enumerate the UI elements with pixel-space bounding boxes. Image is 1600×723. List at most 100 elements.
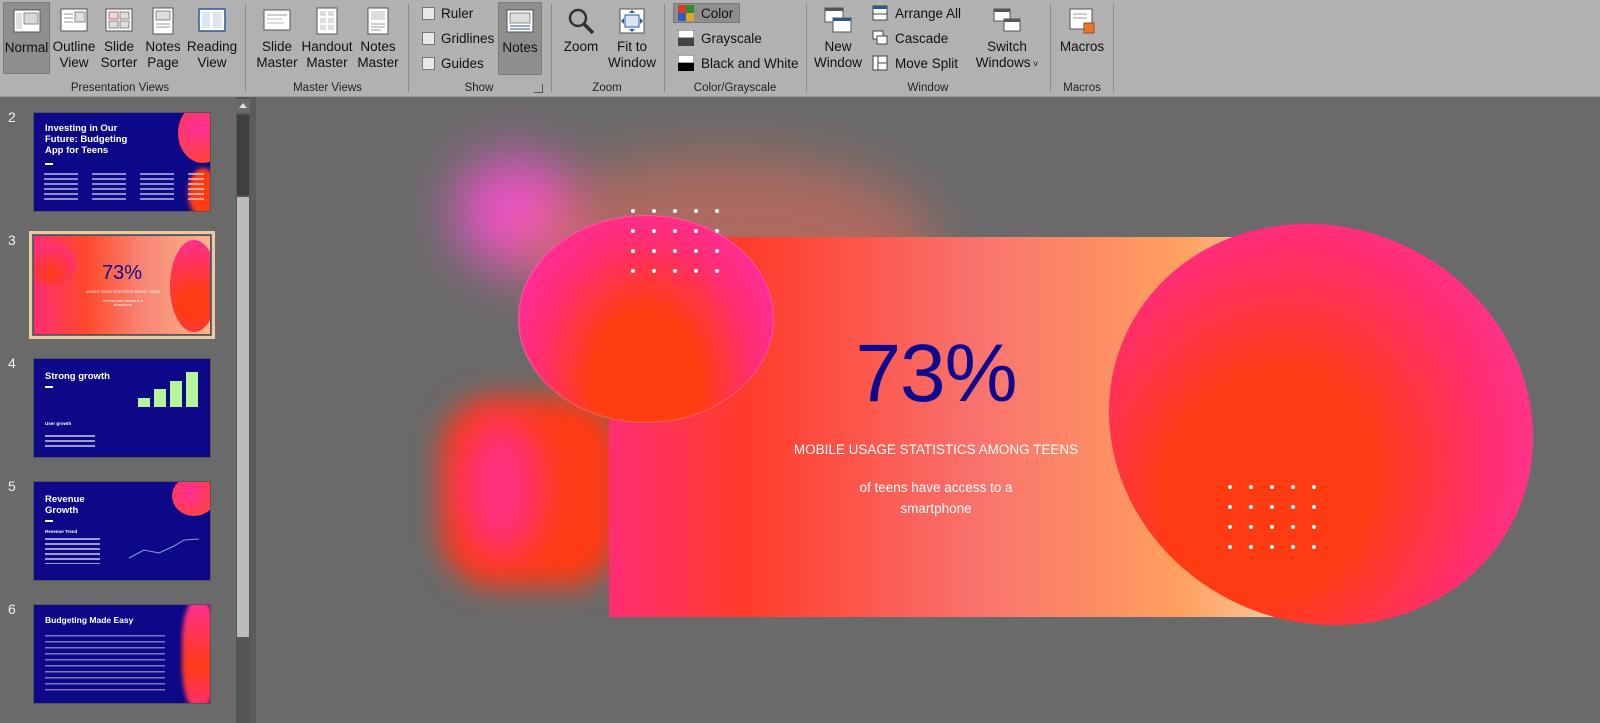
thumbnail-subtitle: Revenue Trend xyxy=(45,529,78,534)
slide-number: 5 xyxy=(8,478,16,494)
thumbnail-title: Strong growth xyxy=(45,371,110,382)
magnifier-icon xyxy=(568,8,595,35)
notes-master-label-2: Master xyxy=(357,55,399,70)
color-label: Color xyxy=(701,5,734,21)
slide-number: 3 xyxy=(8,232,16,248)
thumbnail-blob xyxy=(170,240,210,332)
move-split-icon xyxy=(872,55,888,71)
ribbon-separator xyxy=(664,4,665,92)
new-window-label-2: Window xyxy=(814,55,863,70)
ribbon-separator xyxy=(408,4,409,92)
thumbnail-big-number: 73% xyxy=(101,262,143,284)
decorative-glow xyxy=(461,417,541,557)
thumbnail-blob xyxy=(178,113,210,163)
thumbnail-blob xyxy=(182,605,210,703)
macros-label: Macros xyxy=(1059,39,1105,54)
thumbnail-row[interactable]: 2 Investing in Our Future: Budgeting App… xyxy=(0,109,237,213)
notes-page-icon xyxy=(152,7,174,35)
arrange-all-button[interactable]: Arrange All xyxy=(872,5,961,21)
thumbnail-row[interactable]: 6 Budgeting Made Easy xyxy=(0,601,237,705)
fit-to-window-button[interactable]: Fit to Window xyxy=(605,2,659,71)
grayscale-label: Grayscale xyxy=(701,30,762,46)
scrollbar-thumb[interactable] xyxy=(237,197,249,637)
color-option[interactable]: Color xyxy=(673,3,741,23)
gridlines-label: Gridlines xyxy=(441,31,495,46)
thumbnail-title: Revenue Growth xyxy=(45,494,85,516)
thumbnail-row[interactable]: 5 Revenue Growth Revenue Trend xyxy=(0,478,237,582)
new-window-icon xyxy=(824,7,852,33)
thumbnail-underline xyxy=(45,386,53,388)
ribbon-separator xyxy=(551,4,552,92)
slide-thumbnail-pane[interactable]: 2 Investing in Our Future: Budgeting App… xyxy=(0,97,237,723)
decorative-dot-grid xyxy=(1228,485,1316,549)
thumbnail-row-selected[interactable]: 3 73% MOBILE USAGE STATISTICS AMONG TEEN… xyxy=(0,231,237,339)
reading-view-label-2: View xyxy=(197,55,227,70)
gridlines-checkbox[interactable]: Gridlines xyxy=(422,31,494,46)
normal-view-label: Normal xyxy=(4,40,49,55)
statistic-number[interactable]: 73% xyxy=(771,327,1101,421)
black-and-white-option[interactable]: Black and White xyxy=(678,55,799,71)
ribbon-separator xyxy=(1113,4,1114,92)
statistic-subtitle[interactable]: MOBILE USAGE STATISTICS AMONG TEENS xyxy=(746,442,1126,457)
thumbnail-row[interactable]: 4 Strong growth User growth xyxy=(0,355,237,459)
slide-thumbnail[interactable]: Budgeting Made Easy xyxy=(33,604,211,704)
cascade-button[interactable]: Cascade xyxy=(872,30,948,46)
slide-thumbnail-selected[interactable]: 73% MOBILE USAGE STATISTICS AMONG TEENS … xyxy=(29,231,215,339)
chevron-down-icon: ˅ xyxy=(1030,59,1039,69)
slide-thumbnail[interactable]: Revenue Growth Revenue Trend xyxy=(33,481,211,581)
show-dialog-launcher-icon[interactable] xyxy=(534,84,543,93)
thumbnail-subtitle: User growth xyxy=(45,421,72,426)
move-split-button[interactable]: Move Split xyxy=(872,55,958,71)
scroll-up-arrow-icon[interactable] xyxy=(236,99,250,113)
outline-view-button[interactable]: Outline View xyxy=(52,2,96,71)
switch-windows-label-1: Switch xyxy=(987,39,1027,54)
slide-master-icon xyxy=(263,9,291,31)
slide-editing-area[interactable]: 73% MOBILE USAGE STATISTICS AMONG TEENS … xyxy=(256,97,1600,723)
notes-master-icon xyxy=(367,7,389,35)
zoom-group: Zoom Fit to Window Zoom xyxy=(553,0,661,97)
master-views-group: Slide Master Handout Master Notes Master… xyxy=(250,0,405,97)
grayscale-option[interactable]: Grayscale xyxy=(678,30,762,46)
ruler-checkbox[interactable]: Ruler xyxy=(422,6,473,21)
thumbnail-scrollbar[interactable] xyxy=(236,97,250,723)
slide-master-label-2: Master xyxy=(256,55,298,70)
fit-to-window-icon xyxy=(619,8,645,34)
macros-group-label: Macros xyxy=(1063,82,1101,94)
notes-master-button[interactable]: Notes Master xyxy=(355,2,401,71)
new-window-button[interactable]: New Window xyxy=(814,2,862,71)
ribbon-separator xyxy=(245,4,246,92)
slide-master-button[interactable]: Slide Master xyxy=(255,2,299,71)
reading-view-button[interactable]: Reading View xyxy=(186,2,238,71)
statistic-description[interactable]: of teens have access to a smartphone xyxy=(816,477,1056,519)
normal-view-button[interactable]: Normal xyxy=(3,2,50,74)
slide-thumbnail[interactable]: Investing in Our Future: Budgeting App f… xyxy=(33,112,211,212)
handout-master-button[interactable]: Handout Master xyxy=(300,2,354,71)
window-group: New Window Arrange All Cascade Move Spli… xyxy=(808,0,1048,97)
fit-to-window-label-2: Window xyxy=(607,55,656,70)
normal-view-icon xyxy=(13,9,40,33)
guides-checkbox[interactable]: Guides xyxy=(422,56,484,71)
switch-windows-button[interactable]: Switch Windows ˅ xyxy=(972,2,1042,72)
thumbnail-bar xyxy=(138,398,150,407)
black-and-white-swatch-icon xyxy=(678,55,694,71)
reading-view-label-1: Reading xyxy=(186,39,238,54)
slide-thumbnail[interactable]: Strong growth User growth xyxy=(33,358,211,458)
thumbnail-desc: of teens have access to a smartphone xyxy=(103,299,143,307)
arrange-all-icon xyxy=(872,5,888,21)
macros-button[interactable]: Macros xyxy=(1057,2,1107,55)
thumbnail-body-text xyxy=(44,173,204,203)
outline-view-label-2: View xyxy=(59,55,89,70)
notes-button[interactable]: Notes xyxy=(498,2,542,75)
grayscale-swatch-icon xyxy=(678,30,694,46)
outline-view-icon xyxy=(60,8,88,32)
arrange-all-label: Arrange All xyxy=(895,5,962,21)
slide-sorter-button[interactable]: Slide Sorter xyxy=(98,2,140,71)
zoom-button[interactable]: Zoom xyxy=(563,2,599,55)
notes-page-button[interactable]: Notes Page xyxy=(142,2,184,71)
scrollbar-track[interactable] xyxy=(237,115,249,195)
thumbnail-underline xyxy=(45,520,53,522)
thumbnail-title: Budgeting Made Easy xyxy=(45,615,134,625)
outline-view-label-1: Outline xyxy=(52,39,96,54)
notes-icon xyxy=(506,9,534,33)
guides-checkbox-box xyxy=(422,57,435,70)
